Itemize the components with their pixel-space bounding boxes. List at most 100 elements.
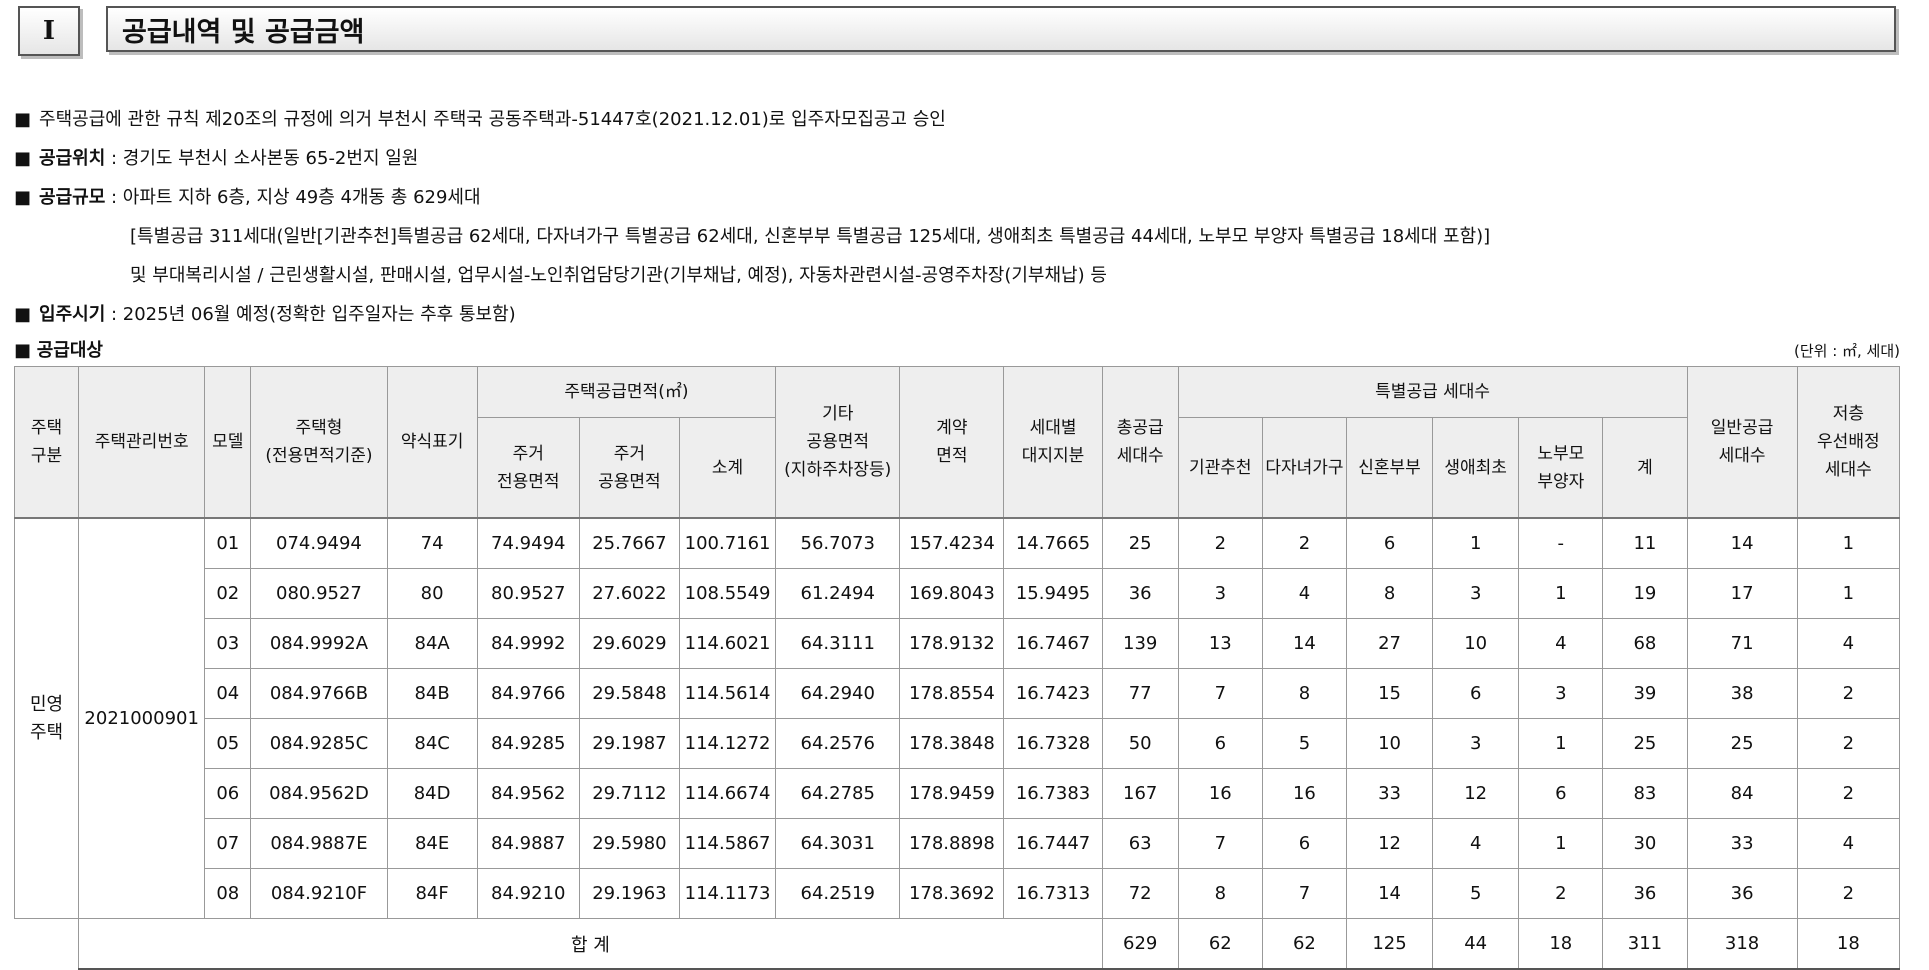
newlywed-cell: 33 [1345, 768, 1434, 819]
general-units-cell: 38 [1686, 668, 1798, 719]
low-floor-units-cell: 2 [1796, 718, 1901, 769]
special-sum-cell: 19 [1602, 568, 1688, 619]
abbr-cell: 84D [386, 768, 478, 819]
mgmt-no-cell: 2021000901 [78, 517, 206, 919]
header-exclusive: 주거 전용면적 [476, 417, 580, 519]
model-cell: 06 [204, 768, 252, 819]
low-floor-units-cell: 2 [1796, 868, 1901, 919]
table-row: 03 084.9992A 84A 84.9992 29.6029 114.6021 64.3… [15, 618, 1901, 669]
other-common-area-cell: 64.3111 [775, 618, 901, 669]
total-units-cell: 139 [1101, 618, 1179, 669]
total-value-cell: 18 [1518, 918, 1604, 970]
land-share-cell: 16.7383 [1003, 768, 1103, 819]
approval-text: 주택공급에 관한 규칙 제20조의 규정에 의거 부천시 주택국 공동주택과-5… [39, 109, 946, 130]
institution-cell: 7 [1177, 668, 1263, 719]
newlywed-cell: 27 [1345, 618, 1434, 669]
land-share-cell: 16.7423 [1003, 668, 1103, 719]
exclusive-area-cell: 84.9887 [476, 818, 580, 869]
multichild-cell: 7 [1261, 868, 1347, 919]
housing-type-cell: 084.9992A [250, 618, 388, 669]
model-cell: 08 [204, 868, 252, 919]
special-sum-cell: 68 [1602, 618, 1688, 669]
multichild-cell: 14 [1261, 618, 1347, 669]
firsttime-cell: 3 [1432, 718, 1520, 769]
table-row: 07 084.9887E 84E 84.9887 29.5980 114.5867 64.3… [15, 818, 1901, 869]
abbr-cell: 84E [386, 818, 478, 869]
common-area-cell: 29.7112 [578, 768, 681, 819]
bullet-square-icon: ■ [14, 304, 32, 325]
common-area-cell: 29.1987 [578, 718, 681, 769]
section-number: I [18, 6, 80, 56]
total-value-cell: 318 [1686, 918, 1798, 970]
special-sum-cell: 83 [1602, 768, 1688, 819]
movein-value: : 2025년 06월 예정(정확한 입주일자는 추후 통보함) [105, 304, 516, 325]
subtotal-area-cell: 100.7161 [678, 517, 777, 569]
multichild-cell: 5 [1261, 718, 1347, 769]
header-abbr: 약식표기 [386, 366, 478, 519]
exclusive-area-cell: 84.9992 [476, 618, 580, 669]
scale-label: 공급규모 [39, 187, 106, 208]
land-share-cell: 16.7467 [1003, 618, 1103, 669]
bullet-square-icon: ■ [14, 187, 32, 208]
table-row: 02 080.9527 80 80.9527 27.6022 108.5549 61.249… [15, 568, 1901, 619]
elderly-cell: 1 [1518, 718, 1604, 769]
location-label: 공급위치 [39, 148, 106, 169]
model-cell: 05 [204, 718, 252, 769]
newlywed-cell: 12 [1345, 818, 1434, 869]
general-units-cell: 36 [1686, 868, 1798, 919]
other-common-area-cell: 64.3031 [775, 818, 901, 869]
subtotal-area-cell: 114.5867 [678, 818, 777, 869]
multichild-cell: 2 [1261, 517, 1347, 569]
header-other-common: 기타 공용면적 (지하주차장등) [775, 366, 901, 519]
multichild-cell: 16 [1261, 768, 1347, 819]
institution-cell: 7 [1177, 818, 1263, 869]
subtotal-area-cell: 114.1272 [678, 718, 777, 769]
subtotal-area-cell: 108.5549 [678, 568, 777, 619]
exclusive-area-cell: 84.9210 [476, 868, 580, 919]
low-floor-units-cell: 1 [1796, 517, 1901, 569]
subtotal-area-cell: 114.1173 [678, 868, 777, 919]
contract-area-cell: 178.8554 [899, 668, 1005, 719]
low-floor-units-cell: 4 [1796, 618, 1901, 669]
land-share-cell: 14.7665 [1003, 517, 1103, 569]
other-common-area-cell: 64.2519 [775, 868, 901, 919]
abbr-cell: 84F [386, 868, 478, 919]
housing-type-cell: 084.9562D [250, 768, 388, 819]
model-cell: 02 [204, 568, 252, 619]
header-house-group: 주택 구분 [13, 366, 80, 519]
bullet-square-icon: ■ [14, 148, 32, 169]
exclusive-area-cell: 84.9766 [476, 668, 580, 719]
scale-facilities: 및 부대복리시설 / 근린생활시설, 판매시설, 업무시설-노인취업담당기관(기… [130, 265, 1107, 286]
header-firsttime: 생애최초 [1432, 417, 1520, 519]
contract-area-cell: 178.3848 [899, 718, 1005, 769]
housing-type-cell: 084.9285C [250, 718, 388, 769]
exclusive-area-cell: 84.9562 [476, 768, 580, 819]
total-value-cell: 125 [1345, 918, 1434, 970]
bullet-square-icon: ■ [14, 109, 32, 130]
general-units-cell: 17 [1686, 568, 1798, 619]
other-common-area-cell: 64.2785 [775, 768, 901, 819]
header-special-sum: 계 [1602, 417, 1688, 519]
common-area-cell: 25.7667 [578, 517, 681, 569]
other-common-area-cell: 61.2494 [775, 568, 901, 619]
other-common-area-cell: 56.7073 [775, 517, 901, 569]
total-units-cell: 77 [1101, 668, 1179, 719]
header-total-units: 총공급 세대수 [1101, 366, 1179, 519]
elderly-cell: - [1518, 517, 1604, 569]
multichild-cell: 6 [1261, 818, 1347, 869]
table-row: 민영 주택 2021000901 01 074.9494 74 74.9494 25.766… [13, 517, 1901, 919]
firsttime-cell: 12 [1432, 768, 1520, 819]
elderly-cell: 3 [1518, 668, 1604, 719]
special-sum-cell: 25 [1602, 718, 1688, 769]
newlywed-cell: 10 [1345, 718, 1434, 769]
section-title: 공급내역 및 공급금액 [106, 6, 1896, 52]
total-row: 합 계 629 62 62 125 44 18 311 318 18 [14, 918, 1901, 970]
common-area-cell: 29.5980 [578, 818, 681, 869]
total-value-cell: 62 [1177, 918, 1263, 970]
land-share-cell: 16.7313 [1003, 868, 1103, 919]
housing-type-cell: 084.9887E [250, 818, 388, 869]
newlywed-cell: 15 [1345, 668, 1434, 719]
elderly-cell: 1 [1518, 568, 1604, 619]
house-group-cell: 민영 주택 [13, 517, 80, 919]
abbr-cell: 84B [386, 668, 478, 719]
